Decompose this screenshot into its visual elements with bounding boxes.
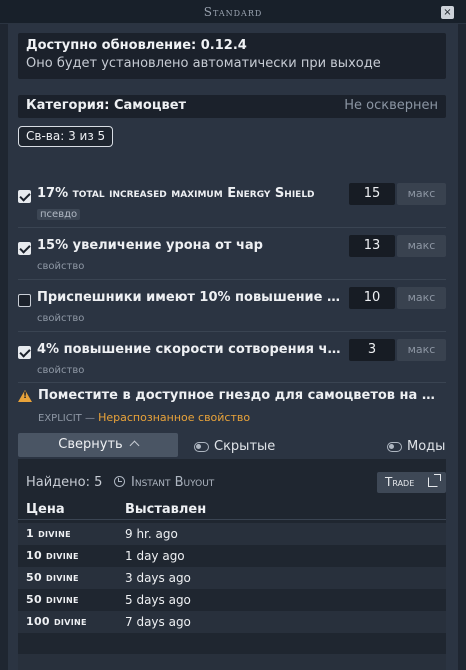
mod-type-tag: псевдо: [37, 209, 81, 220]
close-icon[interactable]: ×: [441, 6, 454, 19]
results-panel: Найдено: 5 Instant Buyout Trade Цена Выс…: [18, 459, 446, 670]
mod-text: 17% total increased maximum Energy Shiel…: [37, 186, 315, 201]
table-row[interactable]: 100 divine 7 days ago: [18, 611, 446, 633]
mod-max-value-input[interactable]: макс: [397, 287, 446, 309]
unrecognized-mod-text: Поместите в доступное гнездо для самоцве…: [38, 388, 443, 403]
divider: [18, 279, 446, 280]
toggle-switch-icon[interactable]: [194, 442, 209, 452]
mod-text: Приспешники имеют 10% повышение шанса ..…: [37, 290, 345, 305]
collapse-label: Свернуть: [58, 437, 123, 452]
mod-max-value-input[interactable]: макс: [397, 235, 446, 257]
column-listed[interactable]: Выставлен: [125, 502, 206, 517]
mod-checkbox[interactable]: [18, 294, 31, 307]
mod-max-value-input[interactable]: макс: [397, 183, 446, 205]
hidden-toggle-label: Скрытые: [214, 439, 276, 454]
mod-min-value-input[interactable]: 15: [349, 183, 395, 205]
table-row[interactable]: 50 divine 3 days ago: [18, 567, 446, 589]
trade-label: Trade: [385, 475, 415, 489]
row-listed: 7 days ago: [125, 615, 191, 629]
table-row[interactable]: 1 divine 9 hr. ago: [18, 523, 446, 545]
instant-buyout-label: Instant Buyout: [131, 475, 215, 490]
update-description: Оно будет установлено автоматически при …: [26, 56, 381, 71]
row-listed: 9 hr. ago: [125, 527, 178, 541]
mods-toggle-label: Моды: [407, 439, 446, 454]
table-row[interactable]: 50 divine 5 days ago: [18, 589, 446, 611]
unrecognized-mod-sub: EXPLICIT — Нераспознанное свойство: [38, 411, 250, 424]
instant-buyout-filter[interactable]: Instant Buyout: [114, 475, 214, 490]
history-clock-icon: [114, 476, 125, 487]
update-title: Доступно обновление: 0.12.4: [26, 38, 247, 53]
column-price[interactable]: Цена: [26, 502, 65, 517]
row-price: 50 divine: [26, 593, 79, 606]
mod-checkbox[interactable]: [18, 346, 31, 359]
title-bar: Standard ×: [0, 0, 466, 24]
found-count: Найдено: 5: [26, 475, 103, 490]
mod-type-label: свойство: [37, 365, 85, 376]
divider: [18, 382, 446, 383]
table-header: Цена Выставлен: [18, 502, 446, 520]
table-row[interactable]: 10 divine 1 day ago: [18, 545, 446, 567]
collapse-button[interactable]: Свернуть: [18, 433, 178, 457]
category-bar: Категория: Самоцвет Не осквернен: [18, 95, 446, 118]
category-label: Категория: Самоцвет: [26, 98, 187, 113]
row-price: 50 divine: [26, 571, 79, 584]
mod-text: 15% увеличение урона от чар: [37, 238, 263, 253]
row-price: 100 divine: [26, 615, 87, 628]
toggle-switch-icon[interactable]: [387, 442, 402, 452]
row-listed: 1 day ago: [125, 549, 185, 563]
mod-checkbox[interactable]: [18, 190, 31, 203]
mod-kind-label: EXPLICIT —: [38, 413, 99, 424]
unrecognized-note: Нераспознанное свойство: [98, 411, 251, 424]
external-link-icon: [428, 474, 441, 487]
chevron-up-icon: [129, 440, 140, 451]
row-price: 10 divine: [26, 549, 79, 562]
corruption-state[interactable]: Не осквернен: [344, 98, 438, 113]
properties-count-badge[interactable]: Св-ва: 3 из 5: [18, 126, 114, 147]
trade-button[interactable]: Trade: [377, 472, 446, 493]
divider: [18, 331, 446, 332]
row-price: 1 divine: [26, 527, 71, 540]
mod-text: 4% повышение скорости сотворения чар: [37, 342, 345, 357]
mod-min-value-input[interactable]: 10: [349, 287, 395, 309]
row-listed: 3 days ago: [125, 571, 191, 585]
footer-bar: [18, 654, 446, 670]
row-listed: 5 days ago: [125, 593, 191, 607]
mod-type-label: свойство: [37, 313, 85, 324]
update-notice: Доступно обновление: 0.12.4 Оно будет ус…: [18, 33, 446, 79]
window-title: Standard: [203, 5, 263, 19]
mod-checkbox[interactable]: [18, 242, 31, 255]
warning-icon: [18, 390, 32, 402]
mod-type-label: свойство: [37, 261, 85, 272]
mod-max-value-input[interactable]: макс: [397, 339, 446, 361]
mod-min-value-input[interactable]: 3: [349, 339, 395, 361]
mod-min-value-input[interactable]: 13: [349, 235, 395, 257]
divider: [18, 227, 446, 228]
